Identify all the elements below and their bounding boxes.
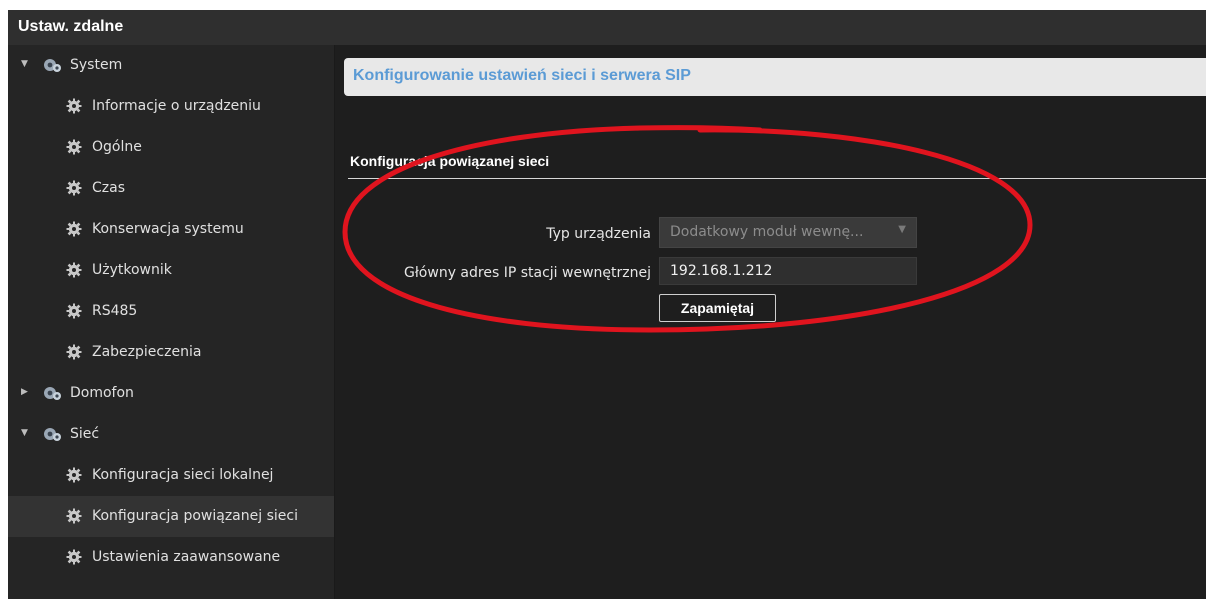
sidebar-item-label: Użytkownik [92, 262, 172, 278]
sidebar-item-label: Zabezpieczenia [92, 344, 202, 360]
sidebar-item-zabezpieczenia[interactable]: Zabezpieczenia [8, 332, 334, 373]
main-ip-input[interactable] [659, 257, 917, 285]
gear-icon [66, 303, 82, 319]
sidebar-item-rs485[interactable]: RS485 [8, 291, 334, 332]
device-type-label: Typ urządzenia [546, 226, 651, 242]
expand-arrow-down-icon[interactable]: ▼ [21, 59, 31, 69]
expand-arrow-right-icon[interactable]: ▶ [21, 387, 31, 397]
section-divider [348, 178, 1206, 179]
sidebar-item-konfiguracja-powiazanej-sieci[interactable]: Konfiguracja powiązanej sieci [8, 496, 334, 537]
settings-gears-icon [42, 385, 62, 401]
sidebar-item-label: Czas [92, 180, 125, 196]
sidebar-item-siec[interactable]: ▼ Sieć [8, 414, 334, 455]
main-panel: Konfigurowanie ustawień sieci i serwera … [334, 45, 1206, 599]
sidebar-item-uzytkownik[interactable]: Użytkownik [8, 250, 334, 291]
gear-icon [66, 139, 82, 155]
section-title: Konfiguracja powiązanej sieci [350, 153, 550, 169]
window-title: Ustaw. zdalne [18, 18, 124, 35]
gear-icon [66, 344, 82, 360]
sidebar-item-label: RS485 [92, 303, 138, 319]
gear-icon [66, 549, 82, 565]
save-button[interactable]: Zapamiętaj [659, 294, 776, 322]
sidebar-item-system[interactable]: ▼ System [8, 45, 334, 86]
expand-arrow-down-icon[interactable]: ▼ [21, 428, 31, 438]
gear-icon [66, 467, 82, 483]
sidebar-tree: ▼ System Informacje o urządzeniu Ogólne Czas… [8, 45, 335, 599]
gear-icon [66, 98, 82, 114]
sidebar-item-ogolne[interactable]: Ogólne [8, 127, 334, 168]
page-header: Konfigurowanie ustawień sieci i serwera … [344, 58, 1206, 96]
sidebar-item-konfiguracja-sieci-lokalnej[interactable]: Konfiguracja sieci lokalnej [8, 455, 334, 496]
gear-icon [66, 508, 82, 524]
settings-gears-icon [42, 57, 62, 73]
sidebar-item-domofon[interactable]: ▶ Domofon [8, 373, 334, 414]
sidebar-item-czas[interactable]: Czas [8, 168, 334, 209]
sidebar-item-label: Ustawienia zaawansowane [92, 549, 281, 565]
sidebar-item-label: System [70, 57, 123, 73]
sidebar-item-label: Ogólne [92, 139, 142, 155]
page-title: Konfigurowanie ustawień sieci i serwera … [353, 67, 691, 84]
settings-gears-icon [42, 426, 62, 442]
title-bar: Ustaw. zdalne [8, 10, 1206, 45]
chevron-down-icon: ▼ [898, 224, 906, 235]
sidebar-item-konserwacja-systemu[interactable]: Konserwacja systemu [8, 209, 334, 250]
sidebar-item-label: Konserwacja systemu [92, 221, 244, 237]
device-type-value: Dodatkowy moduł wewnę... [670, 224, 864, 240]
main-ip-label: Główny adres IP stacji wewnętrznej [403, 265, 651, 281]
sidebar-item-label: Informacje o urządzeniu [92, 98, 261, 114]
sidebar-item-ustawienia-zaawansowane[interactable]: Ustawienia zaawansowane [8, 537, 334, 578]
gear-icon [66, 221, 82, 237]
sidebar-item-label: Konfiguracja sieci lokalnej [92, 467, 274, 483]
sidebar-item-informacje-o-urzadzeniu[interactable]: Informacje o urządzeniu [8, 86, 334, 127]
remote-settings-window: Ustaw. zdalne ▼ System Informacje o urządz… [8, 10, 1206, 599]
sidebar-item-label: Konfiguracja powiązanej sieci [92, 508, 298, 524]
gear-icon [66, 262, 82, 278]
gear-icon [66, 180, 82, 196]
sidebar-item-label: Domofon [70, 385, 134, 401]
sidebar-item-label: Sieć [70, 426, 100, 442]
device-type-select[interactable]: Dodatkowy moduł wewnę... ▼ [659, 217, 917, 248]
